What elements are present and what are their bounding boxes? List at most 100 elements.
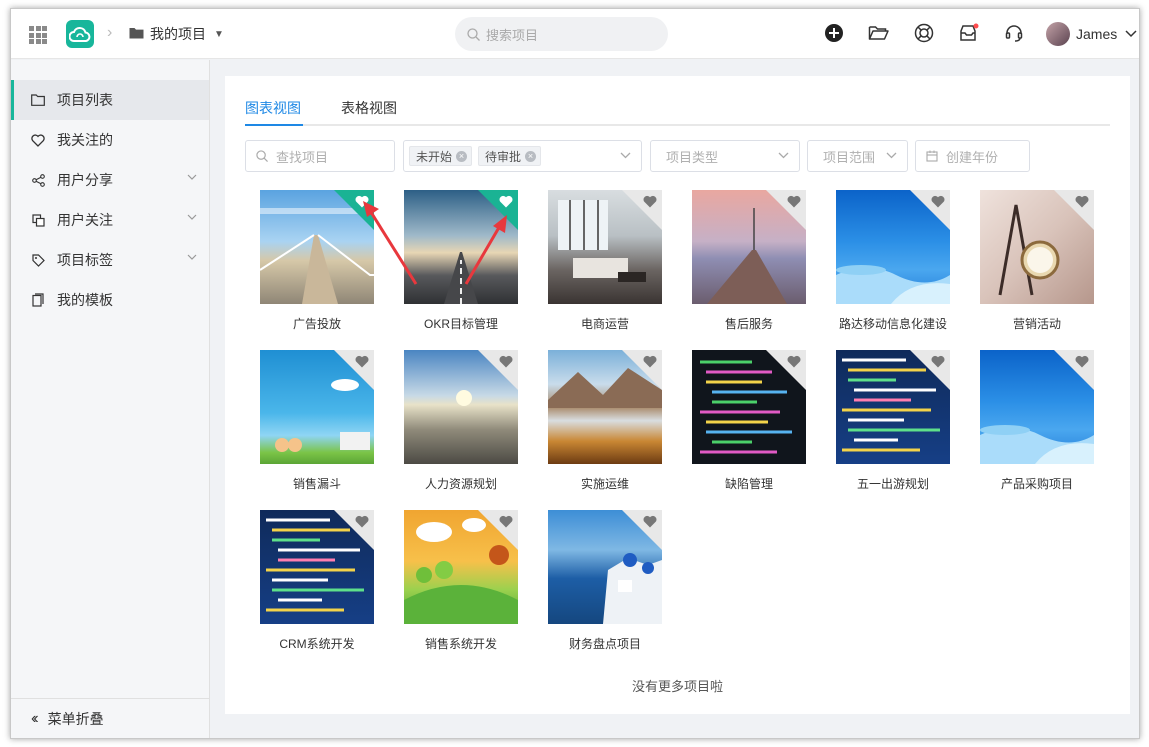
tag-icon xyxy=(31,253,45,267)
project-name: 实施运维 xyxy=(580,477,629,491)
active-tab-underline xyxy=(245,124,303,126)
template-icon xyxy=(31,293,45,307)
created-year-picker[interactable]: 创建年份 xyxy=(915,140,1030,172)
project-thumbnail xyxy=(548,350,662,464)
heart-icon[interactable] xyxy=(1075,195,1089,208)
project-thumbnail xyxy=(692,350,806,464)
project-search-placeholder: 查找项目 xyxy=(276,149,329,165)
heart-icon[interactable] xyxy=(787,195,801,208)
project-type-select[interactable]: 项目类型 xyxy=(650,140,800,172)
chevron-down-icon xyxy=(886,152,897,159)
apps-grid-icon[interactable] xyxy=(29,26,47,44)
project-card[interactable]: 缺陷管理 xyxy=(692,350,806,492)
sidebar-item-user-share[interactable]: 用户分享 xyxy=(11,160,209,200)
project-thumbnail xyxy=(980,350,1094,464)
heart-icon[interactable] xyxy=(355,515,369,528)
project-name: 人力资源规划 xyxy=(424,477,497,491)
heart-icon[interactable] xyxy=(643,515,657,528)
project-card[interactable]: 销售系统开发 xyxy=(404,510,518,652)
heart-icon[interactable] xyxy=(499,515,513,528)
sidebar-item-user-follow[interactable]: 用户关注 xyxy=(11,200,209,240)
heart-icon[interactable] xyxy=(643,195,657,208)
project-scope-placeholder: 项目范围 xyxy=(823,149,876,165)
project-card[interactable]: CRM系统开发 xyxy=(260,510,374,652)
heart-icon[interactable] xyxy=(643,355,657,368)
project-thumbnail xyxy=(836,190,950,304)
chevron-down-icon xyxy=(1125,30,1137,38)
sidebar-item-project-list[interactable]: 项目列表 xyxy=(11,80,209,120)
project-name: 营销活动 xyxy=(1012,317,1061,331)
chevron-down-icon xyxy=(778,152,789,159)
tag-remove-icon[interactable]: × xyxy=(525,150,537,162)
sidebar-item-label: 用户分享 xyxy=(57,172,113,188)
search-icon xyxy=(256,150,268,162)
calendar-icon xyxy=(926,150,938,162)
annotation-arrow-icon xyxy=(464,215,507,285)
project-card[interactable]: 实施运维 xyxy=(548,350,662,492)
heart-icon[interactable] xyxy=(931,195,945,208)
heart-icon[interactable] xyxy=(499,355,513,368)
tab-table-view[interactable]: 表格视图 xyxy=(341,98,397,118)
heart-icon[interactable] xyxy=(1075,355,1089,368)
heart-icon[interactable] xyxy=(355,355,369,368)
annotation-arrow-icon xyxy=(363,201,418,285)
project-name: 销售漏斗 xyxy=(292,477,341,491)
project-thumbnail xyxy=(260,510,374,624)
project-card[interactable]: 财务盘点项目 xyxy=(548,510,662,652)
project-card[interactable]: 人力资源规划 xyxy=(404,350,518,492)
heart-icon[interactable] xyxy=(931,355,945,368)
copy-icon xyxy=(31,213,45,227)
inbox-icon[interactable] xyxy=(958,23,980,45)
chevron-down-icon xyxy=(620,152,631,159)
plus-circle-icon[interactable] xyxy=(824,23,846,45)
header-search-input[interactable]: 搜索项目 xyxy=(455,17,668,51)
project-thumbnail xyxy=(260,350,374,464)
search-icon xyxy=(467,27,480,41)
sidebar-item-project-tags[interactable]: 项目标签 xyxy=(11,240,209,280)
sidebar-item-my-templates[interactable]: 我的模板 xyxy=(11,280,209,320)
tag-remove-icon[interactable]: × xyxy=(456,150,468,162)
project-name: 产品采购项目 xyxy=(1000,477,1073,491)
menu-collapse-button[interactable]: ‹‹ 菜单折叠 xyxy=(11,698,210,738)
heart-outline-icon xyxy=(31,133,45,147)
sidebar-item-my-follows[interactable]: 我关注的 xyxy=(11,120,209,160)
project-thumbnail xyxy=(980,190,1094,304)
share-icon xyxy=(31,173,45,187)
project-name: 销售系统开发 xyxy=(424,637,497,651)
status-tag: 未开始 × xyxy=(409,146,473,166)
folder-icon xyxy=(31,93,45,107)
project-card[interactable]: 路达移动信息化建设 xyxy=(836,190,950,332)
tab-chart-view[interactable]: 图表视图 xyxy=(245,98,301,118)
project-card[interactable]: 销售漏斗 xyxy=(260,350,374,492)
project-name: 电商运营 xyxy=(580,317,629,331)
sidebar-item-label: 用户关注 xyxy=(57,212,113,228)
project-thumbnail xyxy=(404,510,518,624)
project-card[interactable]: 五一出游规划 xyxy=(836,350,950,492)
project-name: 售后服务 xyxy=(724,317,773,331)
chevron-down-icon xyxy=(187,214,197,220)
heart-icon[interactable] xyxy=(499,195,513,208)
project-scope-select[interactable]: 项目范围 xyxy=(807,140,908,172)
cloud-logo-icon[interactable] xyxy=(66,20,94,48)
project-menu-dropdown[interactable]: 我的项目 ▼ xyxy=(129,24,224,44)
folder-open-icon[interactable] xyxy=(868,23,890,45)
project-name: CRM系统开发 xyxy=(279,637,355,651)
project-card[interactable]: 产品采购项目 xyxy=(980,350,1094,492)
menu-collapse-label: 菜单折叠 xyxy=(47,710,104,727)
status-tag: 待审批 × xyxy=(478,146,542,166)
help-ring-icon[interactable] xyxy=(914,23,936,45)
project-card[interactable]: 营销活动 xyxy=(980,190,1094,332)
sidebar-item-label: 项目标签 xyxy=(57,252,113,268)
project-name: 路达移动信息化建设 xyxy=(838,317,947,331)
user-menu[interactable]: James xyxy=(1046,22,1137,46)
project-card[interactable]: 广告投放 xyxy=(260,190,374,332)
project-card[interactable]: 售后服务 xyxy=(692,190,806,332)
headset-icon[interactable] xyxy=(1004,23,1026,45)
project-search-input[interactable]: 查找项目 xyxy=(245,140,395,172)
project-card[interactable]: 电商运营 xyxy=(548,190,662,332)
status-multiselect[interactable]: 未开始 × 待审批 × xyxy=(403,140,642,172)
chevron-down-icon xyxy=(187,174,197,180)
sidebar-item-label: 我关注的 xyxy=(57,132,113,148)
heart-icon[interactable] xyxy=(787,355,801,368)
project-menu-label: 我的项目 xyxy=(150,26,206,42)
